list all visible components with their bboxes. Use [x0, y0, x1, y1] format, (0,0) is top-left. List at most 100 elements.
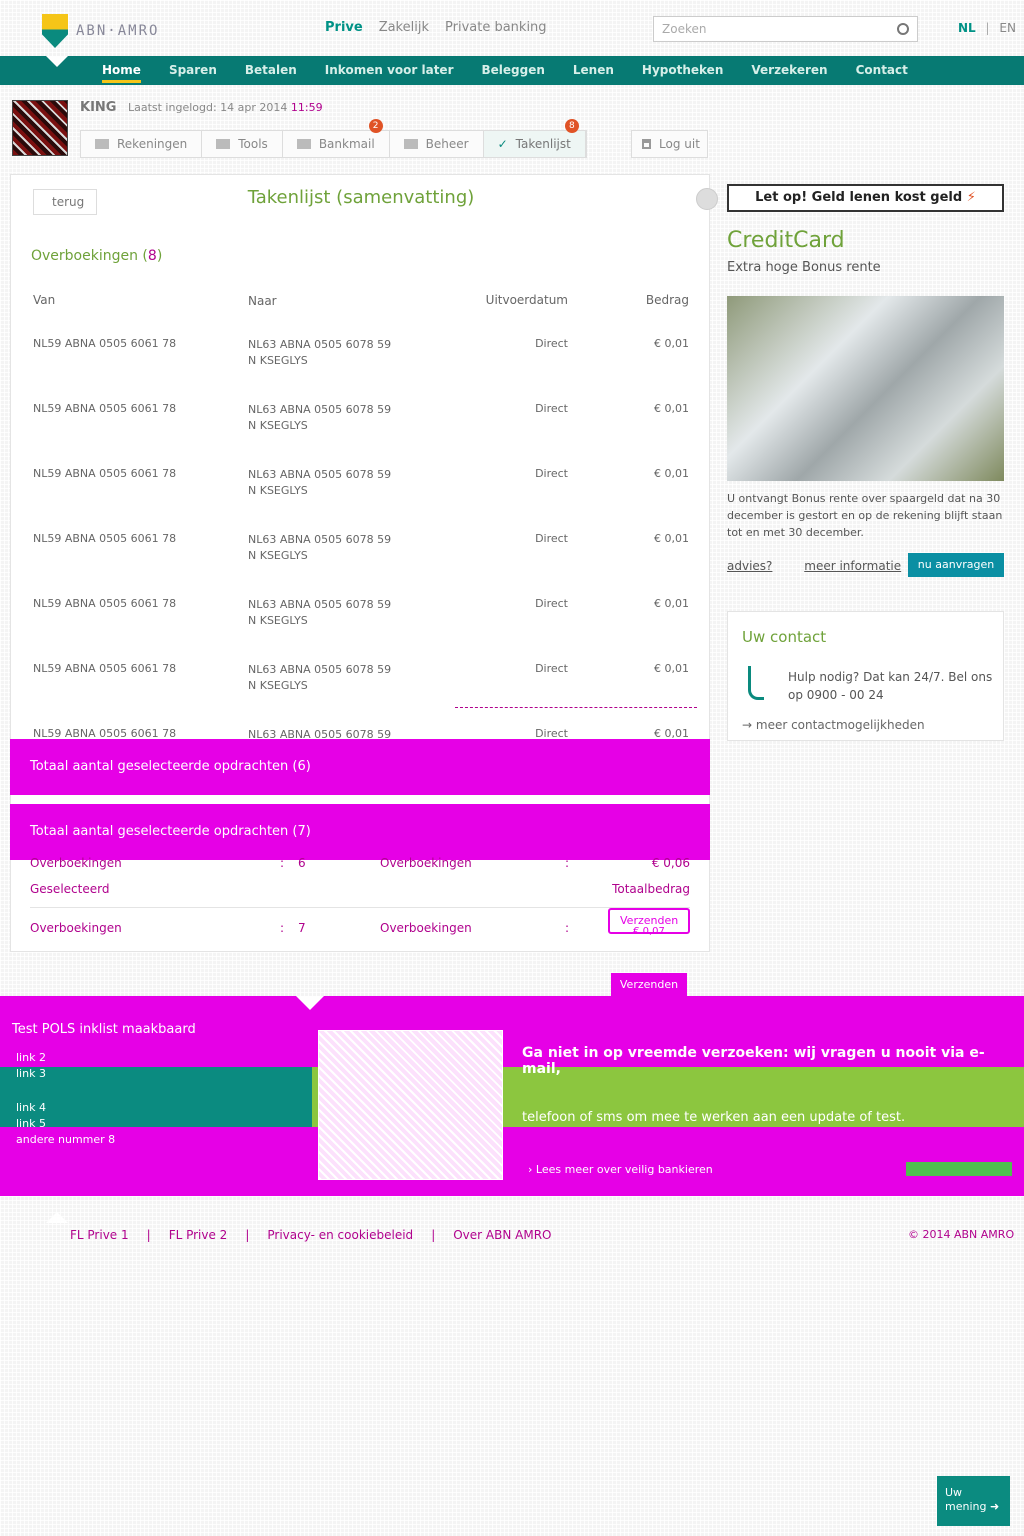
promo-subtitle: Extra hoge Bonus rente: [727, 260, 881, 275]
table-row[interactable]: NL59 ABNA 0505 6061 78 NL63 ABNA 0505 607…: [33, 597, 689, 662]
abn-amro-logo[interactable]: ABN·AMRO: [42, 14, 159, 48]
security-headline: Ga niet in op vreemde verzoeken: wij vra…: [522, 1045, 985, 1077]
band-link[interactable]: link 5: [16, 1116, 115, 1132]
alert-text: Let op! Geld lenen kost geld: [755, 190, 963, 205]
band-notch: [296, 996, 324, 1010]
cell-to: NL63 ABNA 0505 6078 59: [248, 338, 392, 351]
segment-prive[interactable]: Prive: [325, 20, 363, 35]
chevron-right-icon: ›: [528, 1163, 536, 1176]
cell-date: Direct: [535, 532, 568, 545]
apply-now-button[interactable]: nu aanvragen: [908, 553, 1004, 577]
band-link[interactable]: andere nummer 8: [16, 1132, 115, 1148]
nav-sparen[interactable]: Sparen: [155, 56, 231, 85]
shield-logo-icon: [42, 14, 68, 48]
cell-date: Direct: [535, 337, 568, 350]
table-row[interactable]: NL59 ABNA 0505 6061 78 NL63 ABNA 0505 607…: [33, 337, 689, 402]
nav-verzekeren[interactable]: Verzekeren: [737, 56, 841, 85]
more-contact-link[interactable]: → meer contactmogelijkheden: [742, 718, 925, 732]
search-input[interactable]: Zoeken: [653, 16, 918, 42]
footer-link[interactable]: Privacy- en cookiebeleid: [267, 1228, 413, 1242]
summary-row-1: Overboekingen : 6 Overboekingen : € 0,06: [30, 856, 690, 872]
col-bedrag: Bedrag: [645, 293, 689, 307]
tab-label: Takenlijst: [515, 137, 571, 151]
band-link[interactable]: link 3: [16, 1066, 115, 1082]
tab-takenlijst[interactable]: ✓ Takenlijst 8: [483, 119, 586, 157]
promo-text: U ontvangt Bonus rente over spaargeld da…: [727, 492, 1003, 539]
grid-icon: [216, 139, 231, 149]
table-row[interactable]: NL59 ABNA 0505 6061 78 NL63 ABNA 0505 607…: [33, 467, 689, 532]
language-switch: NL | EN: [958, 21, 1016, 35]
cell-from: NL59 ABNA 0505 6061 78: [33, 467, 177, 480]
segment-zakelijk[interactable]: Zakelijk: [379, 20, 429, 35]
logout-button[interactable]: Log uit: [631, 130, 708, 158]
summary-sep: :: [280, 856, 285, 870]
last-login-time: 11:59: [290, 101, 323, 114]
footer-sep: |: [245, 1228, 250, 1242]
send-all-button[interactable]: Verzenden: [611, 973, 687, 997]
lock-icon: [642, 139, 651, 149]
band-links: link 2 link 3 link 4 link 5 andere numme…: [16, 1050, 115, 1148]
nav-hypotheken[interactable]: Hypotheken: [628, 56, 737, 85]
col-uitvoerdatum: Uitvoerdatum: [485, 293, 568, 307]
logout-label: Log uit: [659, 137, 700, 151]
cell-to: NL63 ABNA 0505 6078 59: [248, 598, 392, 611]
copyright: © 2014 ABN AMRO: [908, 1228, 1015, 1241]
summary-label-2: Overboekingen: [380, 856, 472, 870]
feedback-button[interactable]: Uw mening ➜: [937, 1476, 1010, 1526]
cell-from: NL59 ABNA 0505 6061 78: [33, 402, 177, 415]
cell-to: NL63 ABNA 0505 6078 59: [248, 468, 392, 481]
collapse-icon[interactable]: [696, 188, 718, 210]
arrow-right-icon: →: [742, 718, 756, 732]
more-contact-label: meer contactmogelijkheden: [755, 718, 925, 732]
summary-amount: € 0,07: [633, 926, 665, 937]
nav-betalen[interactable]: Betalen: [231, 56, 311, 85]
footer-link[interactable]: FL Prive 2: [169, 1228, 228, 1242]
footer-links: FL Prive 1 | FL Prive 2 | Privacy- en cook…: [70, 1228, 552, 1242]
promo-title: CreditCard: [727, 228, 845, 253]
page-title: Takenlijst (samenvatting): [247, 187, 475, 208]
table-row[interactable]: NL59 ABNA 0505 6061 78 NL63 ABNA 0505 607…: [33, 402, 689, 467]
verzenden-button[interactable]: Verzenden € 0,07: [608, 908, 690, 937]
search-icon[interactable]: [897, 23, 909, 35]
cell-to-name: N KSEGLYS: [248, 614, 308, 627]
cell-from: NL59 ABNA 0505 6061 78: [33, 597, 177, 610]
contact-box: Uw contact Hulp nodig? Dat kan 24/7. Bel…: [727, 611, 1004, 741]
cell-date: Direct: [535, 402, 568, 415]
last-login: Laatst ingelogd: 14 apr 2014: [127, 101, 288, 114]
tab-bankmail[interactable]: Bankmail 2: [283, 119, 390, 157]
segment-private-banking[interactable]: Private banking: [445, 20, 547, 35]
nav-lenen[interactable]: Lenen: [559, 56, 628, 85]
tab-label: Bankmail: [318, 137, 375, 151]
table-row[interactable]: NL59 ABNA 0505 6061 78 NL63 ABNA 0505 607…: [33, 662, 689, 727]
tab-beheer[interactable]: Beheer: [390, 131, 484, 157]
security-body: telefoon of sms om mee te werken aan een…: [522, 1110, 906, 1125]
nav-home[interactable]: Home: [88, 56, 155, 85]
nav-contact[interactable]: Contact: [842, 56, 922, 85]
user-name: KING: [80, 100, 117, 115]
cell-from: NL59 ABNA 0505 6061 78: [33, 532, 177, 545]
tab-rekeningen[interactable]: Rekeningen: [81, 131, 203, 157]
summary-divider: [30, 907, 690, 908]
tab-tools[interactable]: Tools: [202, 131, 283, 157]
summary-label-2: Overboekingen: [380, 921, 472, 935]
total-bar-label: Totaal aantal geselecteerde opdrachten (…: [30, 759, 311, 774]
table-row[interactable]: NL59 ABNA 0505 6061 78 NL63 ABNA 0505 607…: [33, 532, 689, 597]
cell-amount: € 0,01: [654, 532, 689, 545]
nav-beleggen[interactable]: Beleggen: [467, 56, 558, 85]
footer-link[interactable]: Over ABN AMRO: [453, 1228, 551, 1242]
footer-link[interactable]: FL Prive 1: [70, 1228, 129, 1242]
security-link[interactable]: › Lees meer over veilig bankieren: [528, 1163, 713, 1176]
lang-en[interactable]: EN: [999, 21, 1016, 35]
band-link[interactable]: link 2: [16, 1050, 115, 1066]
total-amount-label: Totaalbedrag: [612, 882, 690, 896]
cell-to: NL63 ABNA 0505 6078 59: [248, 403, 392, 416]
band-link[interactable]: link 4: [16, 1100, 115, 1116]
advice-link[interactable]: advies?: [727, 559, 772, 573]
summary-sep-2: :: [565, 921, 570, 935]
bankmail-badge: 2: [368, 119, 383, 133]
more-info-link[interactable]: meer informatie: [804, 559, 901, 573]
avatar[interactable]: [12, 100, 68, 156]
lang-nl[interactable]: NL: [958, 21, 976, 35]
nav-inkomen-voor-later[interactable]: Inkomen voor later: [311, 56, 468, 85]
lang-separator: |: [985, 21, 990, 35]
